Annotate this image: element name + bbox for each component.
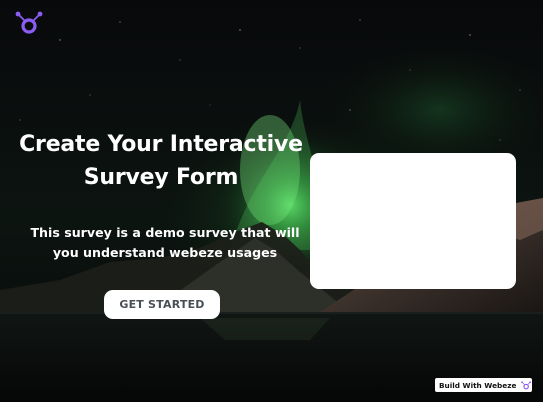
webeze-logo-icon bbox=[521, 380, 532, 389]
get-started-button[interactable]: GET STARTED bbox=[104, 290, 220, 319]
hero-subtitle: This survey is a demo survey that will y… bbox=[30, 225, 300, 260]
build-with-webeze-badge[interactable]: Build With Webeze bbox=[435, 378, 532, 392]
hero-title: Create Your Interactive Survey Form bbox=[19, 132, 303, 190]
survey-form-card bbox=[310, 153, 516, 289]
badge-label: Build With Webeze bbox=[439, 380, 517, 390]
survey-landing-page: Create Your Interactive Survey Form This… bbox=[0, 0, 543, 402]
webeze-logo-icon[interactable] bbox=[15, 11, 45, 35]
